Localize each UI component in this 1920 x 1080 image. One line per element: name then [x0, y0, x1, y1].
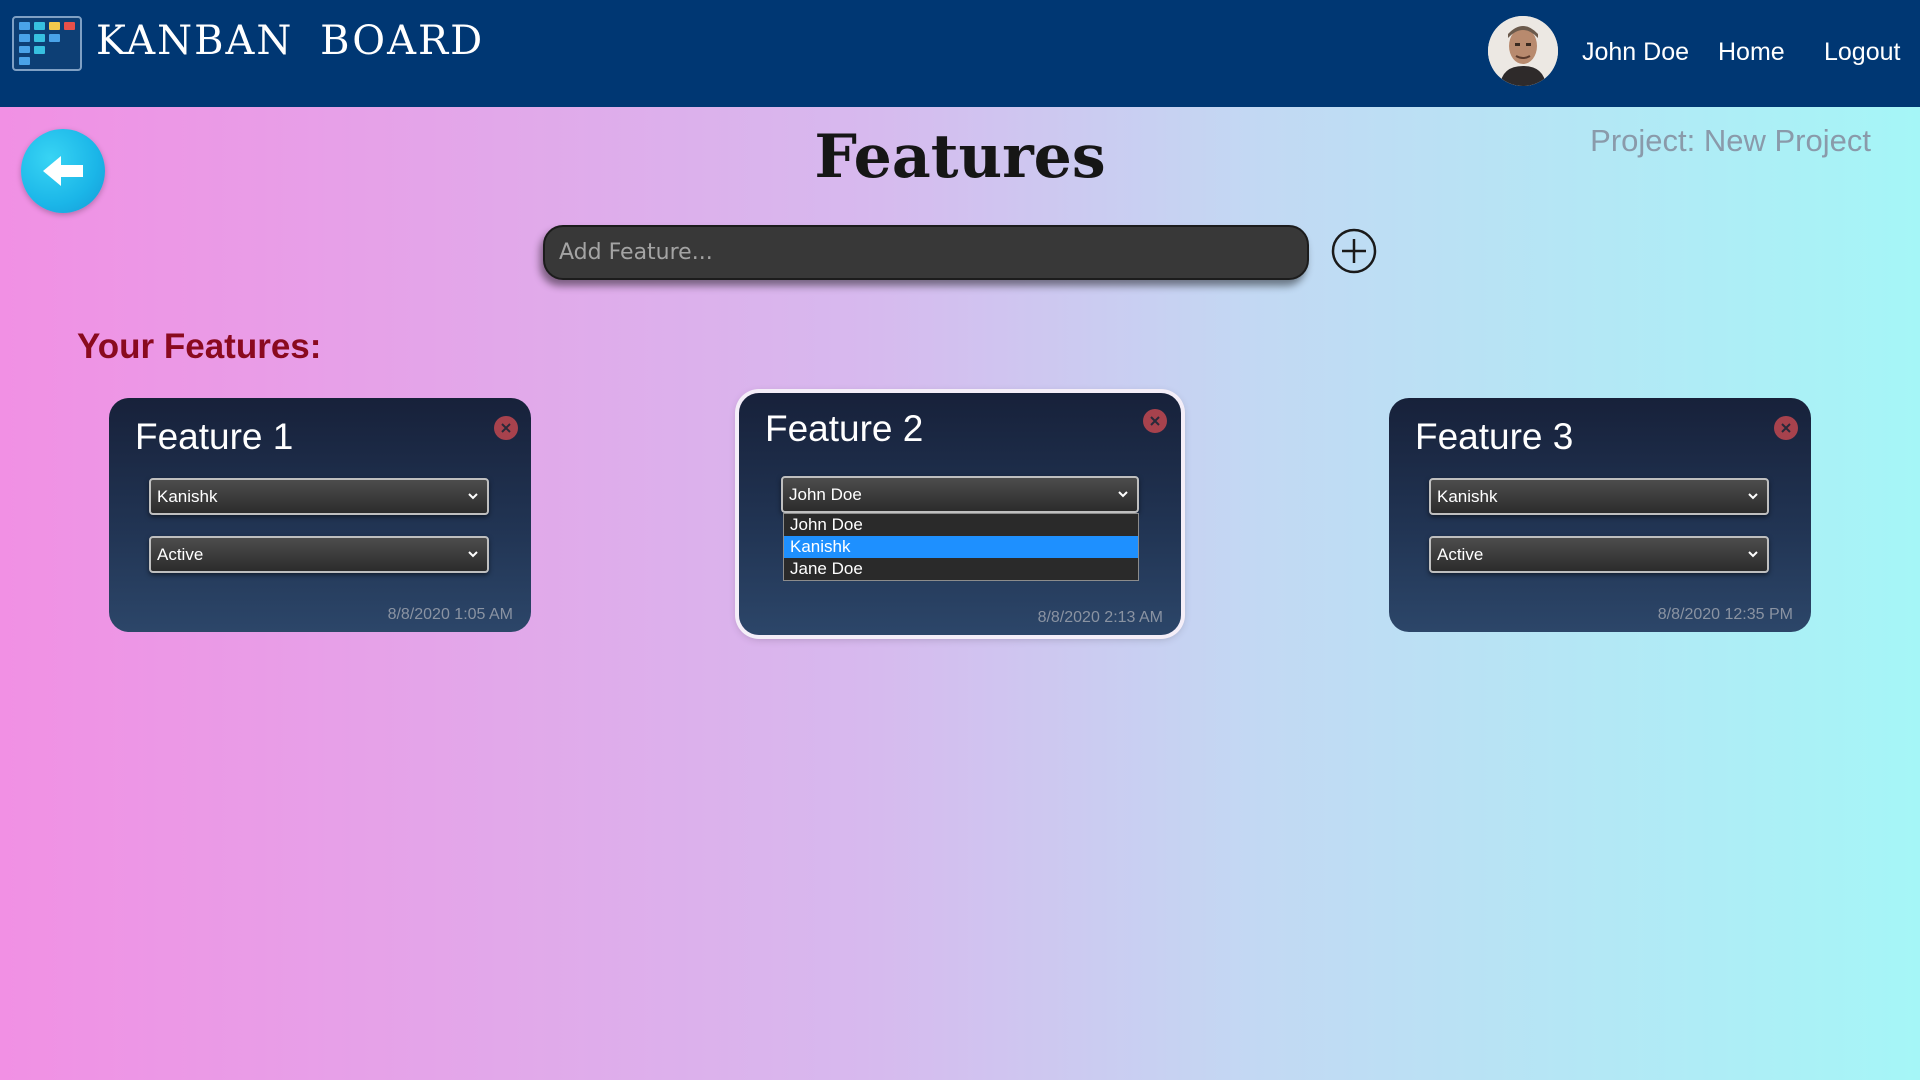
status-select[interactable]: Active — [149, 536, 489, 573]
card-title: Feature 3 — [1415, 416, 1574, 457]
assignee-select[interactable]: John Doe — [781, 476, 1139, 513]
close-icon — [1781, 423, 1791, 433]
dropdown-option-highlighted[interactable]: Kanishk — [784, 536, 1138, 558]
project-label: Project: New Project — [1590, 123, 1871, 158]
card-timestamp: 8/8/2020 12:35 PM — [1657, 606, 1793, 623]
feature-card: Feature 2 John Doe John Doe Kanishk Jane… — [739, 393, 1181, 635]
nav-logout-link[interactable]: Logout — [1824, 38, 1900, 67]
card-title: Feature 1 — [135, 416, 294, 457]
status-select[interactable]: Active — [1429, 536, 1769, 573]
delete-feature-button[interactable] — [494, 416, 518, 440]
assignee-value: John Doe — [789, 484, 862, 504]
feature-card: Feature 1 Kanishk Active 8/8/2020 1:05 A… — [109, 398, 531, 632]
avatar[interactable] — [1488, 16, 1558, 86]
delete-feature-button[interactable] — [1774, 416, 1798, 440]
card-title: Feature 2 — [765, 408, 924, 449]
close-icon — [1150, 416, 1160, 426]
add-feature-button[interactable] — [1331, 228, 1377, 274]
nav-home-link[interactable]: Home — [1718, 38, 1785, 67]
delete-feature-button[interactable] — [1143, 409, 1167, 433]
chevron-down-icon — [1748, 551, 1758, 558]
chevron-down-icon — [468, 493, 478, 500]
card-timestamp: 8/8/2020 1:05 AM — [387, 606, 513, 623]
assignee-value: Kanishk — [1437, 486, 1498, 506]
assignee-select[interactable]: Kanishk — [149, 478, 489, 515]
close-icon — [501, 423, 511, 433]
feature-card: Feature 3 Kanishk Active 8/8/2020 12:35 … — [1389, 398, 1811, 632]
top-navbar: KANBAN BOARD John Doe Home Logout — [0, 0, 1920, 107]
status-value: Active — [1437, 544, 1484, 564]
chevron-down-icon — [468, 551, 478, 558]
kanban-board-icon[interactable] — [12, 16, 82, 71]
status-value: Active — [157, 544, 204, 564]
plus-circle-icon — [1331, 228, 1377, 274]
section-heading: Your Features: — [77, 327, 322, 366]
assignee-value: Kanishk — [157, 486, 218, 506]
add-feature-input[interactable] — [543, 225, 1309, 280]
app-brand[interactable]: KANBAN BOARD — [96, 18, 484, 64]
chevron-down-icon — [1748, 493, 1758, 500]
dropdown-option[interactable]: John Doe — [784, 514, 1138, 536]
card-timestamp: 8/8/2020 2:13 AM — [1037, 609, 1163, 626]
dropdown-option[interactable]: Jane Doe — [784, 558, 1138, 580]
nav-user-name[interactable]: John Doe — [1582, 38, 1689, 67]
assignee-select[interactable]: Kanishk — [1429, 478, 1769, 515]
assignee-dropdown-list: John Doe Kanishk Jane Doe — [783, 513, 1139, 581]
chevron-down-icon — [1118, 491, 1128, 498]
